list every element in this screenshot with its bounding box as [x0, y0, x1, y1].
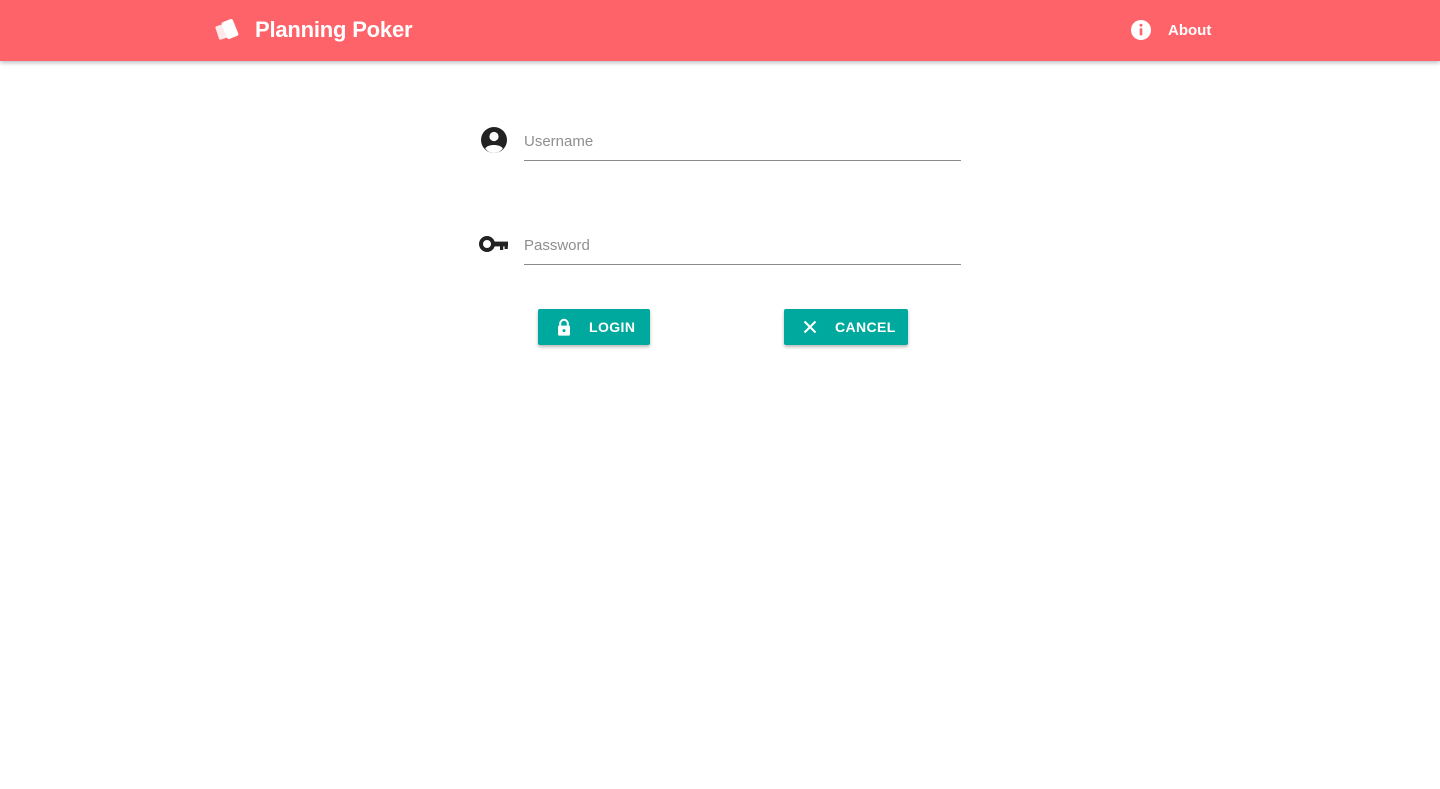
info-icon: [1130, 19, 1152, 41]
cancel-label: CANCEL: [835, 319, 896, 335]
about-link[interactable]: About: [1130, 18, 1211, 42]
app-title: Planning Poker: [255, 17, 413, 42]
lock-icon: [554, 317, 574, 337]
top-app-bar: Planning Poker About: [0, 0, 1440, 61]
username-row: [478, 122, 962, 162]
cards-icon: [214, 16, 242, 44]
key-icon: [478, 228, 510, 260]
password-input[interactable]: [524, 226, 961, 265]
password-row: [478, 226, 962, 266]
username-input[interactable]: [524, 122, 961, 161]
about-label: About: [1168, 21, 1212, 39]
cancel-button[interactable]: CANCEL: [784, 309, 908, 345]
login-label: LOGIN: [589, 319, 636, 335]
brand[interactable]: Planning Poker: [214, 14, 413, 46]
login-button[interactable]: LOGIN: [538, 309, 650, 345]
account-circle-icon: [478, 124, 510, 156]
close-icon: [800, 317, 820, 337]
